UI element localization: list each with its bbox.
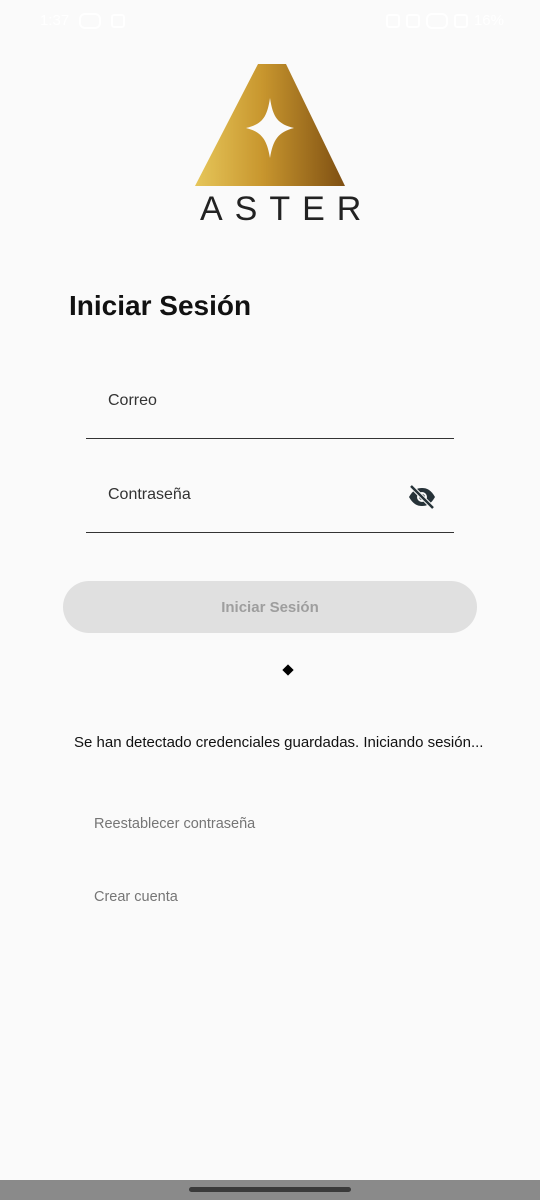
messages-icon: [111, 13, 126, 28]
eye-off-icon: [409, 485, 435, 509]
login-button[interactable]: Iniciar Sesión: [63, 581, 477, 633]
email-field[interactable]: Correo: [86, 368, 458, 440]
brand-name: ASTER: [200, 190, 374, 228]
password-input[interactable]: [86, 462, 458, 534]
status-message: Se han detectado credenciales guardadas.…: [74, 734, 484, 751]
reset-password-link[interactable]: Reestablecer contraseña: [94, 816, 255, 832]
navigation-bar: [0, 1180, 540, 1200]
mute-icon: [405, 13, 420, 28]
password-field[interactable]: Contraseña: [86, 462, 458, 534]
create-account-link[interactable]: Crear cuenta: [94, 889, 178, 905]
toggle-password-visibility-button[interactable]: [406, 482, 438, 512]
email-input[interactable]: [86, 368, 458, 440]
network-icon: [425, 12, 448, 29]
status-bar-right: 16%: [385, 12, 504, 29]
battery-percentage: 16%: [473, 12, 504, 29]
alarm-icon: [385, 13, 400, 28]
loading-indicator: [282, 664, 294, 676]
page-title: Iniciar Sesión: [69, 290, 252, 321]
signal-icon: [453, 13, 468, 28]
home-indicator[interactable]: [189, 1187, 351, 1192]
status-time: 1:37: [40, 12, 70, 29]
notification-icon: [79, 12, 102, 29]
status-bar: 1:37 16%: [0, 0, 540, 44]
status-bar-left: 1:37: [40, 12, 126, 29]
